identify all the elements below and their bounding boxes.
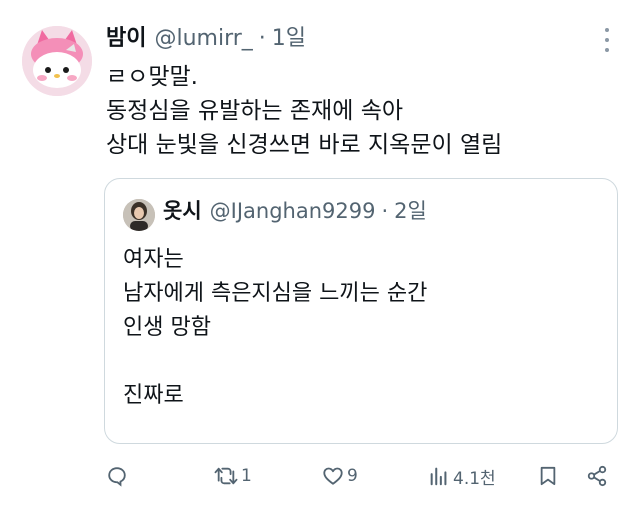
reply-button[interactable] [106,456,131,496]
views-bar-chart-icon [430,467,447,486]
quoted-tweet-header: 옷시 @IJanghan9299 · 2일 [163,195,427,231]
quoted-author-handle: @IJanghan9299 [209,199,376,223]
retweet-icon [214,467,238,485]
tweet: 밤이 @lumirr_ · 1일 ㄹㅇ맞말. 동정심을 유발하는 존재에 속아 … [0,0,640,514]
retweet-count: 1 [241,466,252,486]
quoted-tweet-time: 2일 [394,199,427,223]
heart-icon [323,467,343,485]
avatar[interactable] [22,26,92,96]
tweet-text-line: 동정심을 유발하는 존재에 속아 [106,98,404,124]
like-count: 9 [347,466,358,486]
more-dots-icon[interactable] [596,28,618,52]
bookmark-button[interactable] [538,456,558,496]
quoted-tweet[interactable]: 옷시 @IJanghan9299 · 2일 여자는 남자에게 측은지심을 느끼는… [104,178,618,444]
like-button[interactable]: 9 [322,456,358,496]
quoted-text-line: 진짜로 [123,383,184,408]
quoted-avatar-photo-icon [123,199,155,231]
author-display-name[interactable]: 밤이 [106,20,146,52]
share-icon [587,465,607,487]
quoted-text-blank-line [123,345,603,379]
views-button[interactable]: 4.1천 [428,456,496,496]
reply-icon [108,467,126,487]
retweet-button[interactable]: 1 [214,456,252,496]
header-separator: · [258,26,266,51]
quoted-text-line: 인생 망함 [123,315,211,340]
quoted-header-separator: · [381,199,389,223]
quoted-tweet-text: 여자는 남자에게 측은지심을 느끼는 순간 인생 망함 진짜로 [123,243,603,413]
quoted-text-line: 남자에게 측은지심을 느끼는 순간 [123,281,428,306]
tweet-time[interactable]: 1일 [272,20,306,52]
quoted-text-line: 여자는 [123,247,184,272]
quoted-avatar[interactable] [123,199,155,231]
tweet-header: 밤이 @lumirr_ · 1일 [106,20,306,56]
views-count: 4.1천 [453,468,496,489]
tweet-text-line: ㄹㅇ맞말. [106,64,198,90]
action-bar: 1 9 4.1천 [104,456,618,496]
tweet-text: ㄹㅇ맞말. 동정심을 유발하는 존재에 속아 상대 눈빛을 신경쓰면 바로 지옥… [106,60,616,162]
quoted-author-display-name: 옷시 [163,199,202,223]
tweet-text-line: 상대 눈빛을 신경쓰면 바로 지옥문이 열림 [106,132,503,158]
avatar-character-icon [22,26,92,96]
author-handle[interactable]: @lumirr_ [154,26,252,51]
share-button[interactable] [586,456,608,496]
bookmark-icon [540,466,556,486]
